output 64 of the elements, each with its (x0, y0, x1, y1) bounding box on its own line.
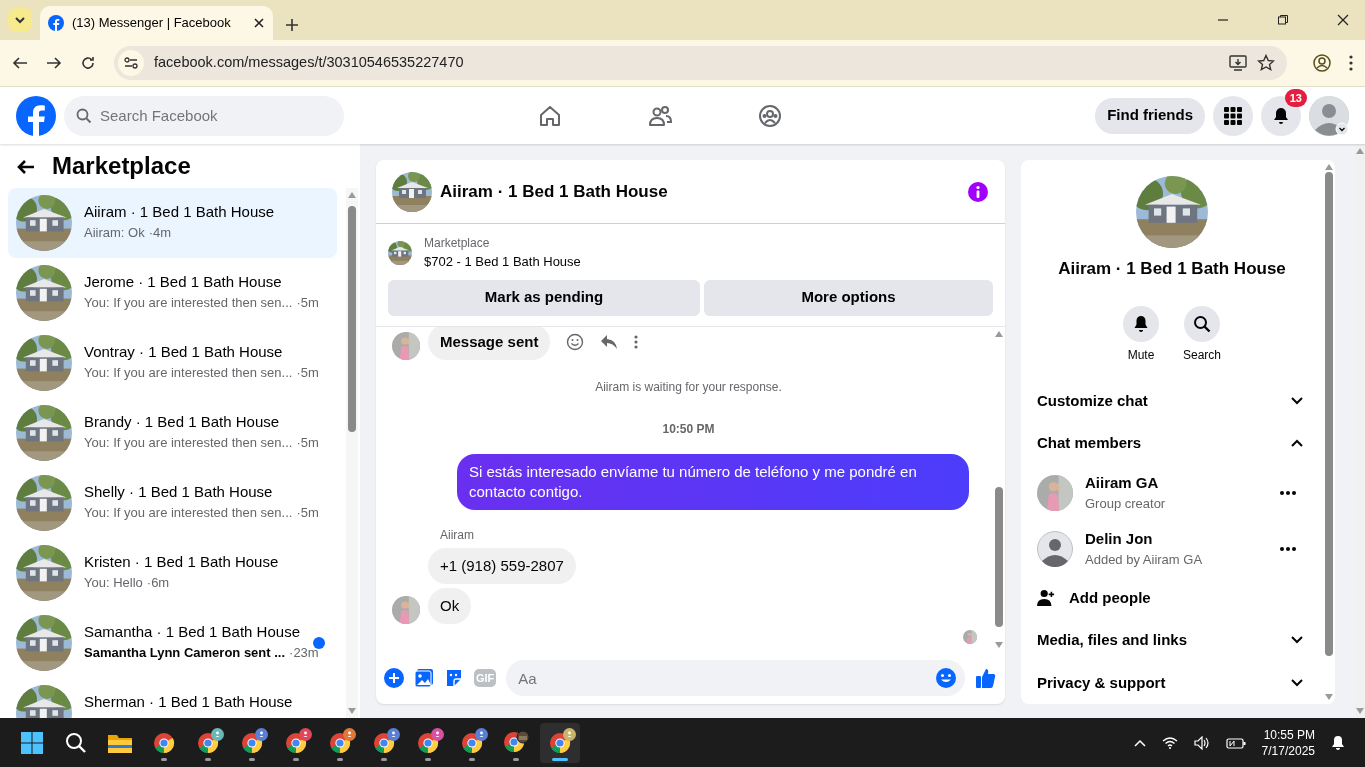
tab-title: (13) Messenger | Facebook (72, 14, 232, 33)
conversation-item[interactable]: Shelly · 1 Bed 1 Bath House You: If you are interested then sen... ·5m (8, 467, 337, 538)
conversation-name: Aiiram · 1 Bed 1 Bath House (84, 201, 276, 222)
message-preview: You: If you are interested then sen... (84, 504, 293, 523)
conversation-name: Brandy · 1 Bed 1 Bath House (84, 411, 281, 432)
message-preview: Samantha Lynn Cameron sent ... (84, 644, 286, 663)
sidebar-title: Marketplace (52, 152, 191, 182)
conversation-item[interactable]: Samantha · 1 Bed 1 Bath House Samantha Lynn Cameron sent ... ·23m (8, 607, 337, 678)
section-header[interactable]: Media, files and links (1037, 619, 1307, 662)
message-bubble: +1 (918) 559-2807 (428, 548, 576, 584)
chat-title: Aiiram · 1 Bed 1 Bath House (440, 180, 669, 203)
message-preview: You: If you are interested then sen... (84, 434, 293, 453)
conversation-item[interactable]: Jerome · 1 Bed 1 Bath House You: If you are interested then sen... ·5m (8, 257, 337, 328)
message-field[interactable]: Aa (506, 660, 965, 696)
message-preview: Aiiram: Ok (84, 224, 145, 243)
button-label: Mute (1127, 346, 1155, 364)
message-time: ·5m (296, 364, 319, 383)
member-name: Aiiram GA (1085, 472, 1160, 493)
add-people-button[interactable]: Add people (1037, 576, 1307, 620)
notification-count: 13 (1284, 88, 1307, 107)
listing-label: Marketplace (424, 235, 491, 252)
address-bar[interactable]: facebook.com/messages/t/30310546535227470 (114, 46, 1287, 80)
message-time: ·6m (146, 574, 170, 593)
action-button[interactable]: More options (704, 279, 993, 316)
conversation-name: Sherman · 1 Bed 1 Bath House (84, 691, 294, 712)
message-preview: You: Hello (84, 574, 143, 593)
section-header[interactable]: Chat members (1037, 422, 1307, 465)
message-bubble: Ok (428, 588, 472, 624)
action-button[interactable]: Mark as pending (388, 279, 700, 316)
member-name: Delin Jon (1085, 528, 1154, 549)
message-preview: You: If you are interested then sen... (84, 294, 293, 313)
section-header[interactable]: Privacy & support (1037, 661, 1307, 704)
message-time: 10:50 PM (662, 421, 715, 438)
details-title: Aiiram · 1 Bed 1 Bath House (1058, 258, 1286, 280)
member-role: Group creator (1085, 495, 1167, 513)
conversation-item[interactable]: Vontray · 1 Bed 1 Bath House You: If you are interested then sen... ·5m (8, 327, 337, 398)
message-time: ·5m (296, 504, 319, 523)
url-text: facebook.com/messages/t/30310546535227470 (154, 53, 465, 73)
conversation-item[interactable]: Brandy · 1 Bed 1 Bath House You: If you are interested then sen... ·5m (8, 397, 337, 468)
clock-time: 10:55 PM (1263, 726, 1315, 743)
message-preview: You: If you are interested then sen... (84, 364, 293, 383)
message-bubble: Message sent (428, 326, 551, 360)
find-friends-button[interactable]: Find friends (1095, 97, 1205, 134)
message-time: ·5m (296, 294, 319, 313)
sender-name: Aiiram (440, 527, 474, 544)
conversation-name: Shelly · 1 Bed 1 Bath House (84, 481, 274, 502)
message-time: ·23m (289, 644, 319, 663)
section-header[interactable]: Customize chat (1037, 379, 1307, 422)
message-time: ·4m (148, 224, 172, 243)
message-bubble: Si estás interesado envíame tu número de teléfono y me pondré en contacto contigo. (457, 454, 969, 510)
notice-text: Aiiram is waiting for your response. (595, 379, 782, 396)
conversation-name: Vontray · 1 Bed 1 Bath House (84, 341, 284, 362)
member-role: Added by Aiiram GA (1085, 551, 1204, 569)
conversation-name: Jerome · 1 Bed 1 Bath House (84, 271, 283, 292)
browser-tab[interactable]: (13) Messenger | Facebook (40, 6, 273, 40)
message-time: ·5m (296, 434, 319, 453)
search-field[interactable]: Search Facebook (64, 95, 344, 136)
clock-date: 7/17/2025 (1261, 742, 1315, 759)
conversation-item[interactable]: Kristen · 1 Bed 1 Bath House You: Hello ·6m (8, 537, 337, 608)
listing-title: $702 - 1 Bed 1 Bath House (424, 253, 581, 271)
conversation-item[interactable]: Aiiram · 1 Bed 1 Bath House Aiiram: Ok ·4m (8, 187, 337, 258)
conversation-name: Samantha · 1 Bed 1 Bath House (84, 621, 301, 642)
button-label: Search (1183, 346, 1221, 364)
conversation-name: Kristen · 1 Bed 1 Bath House (84, 551, 280, 572)
